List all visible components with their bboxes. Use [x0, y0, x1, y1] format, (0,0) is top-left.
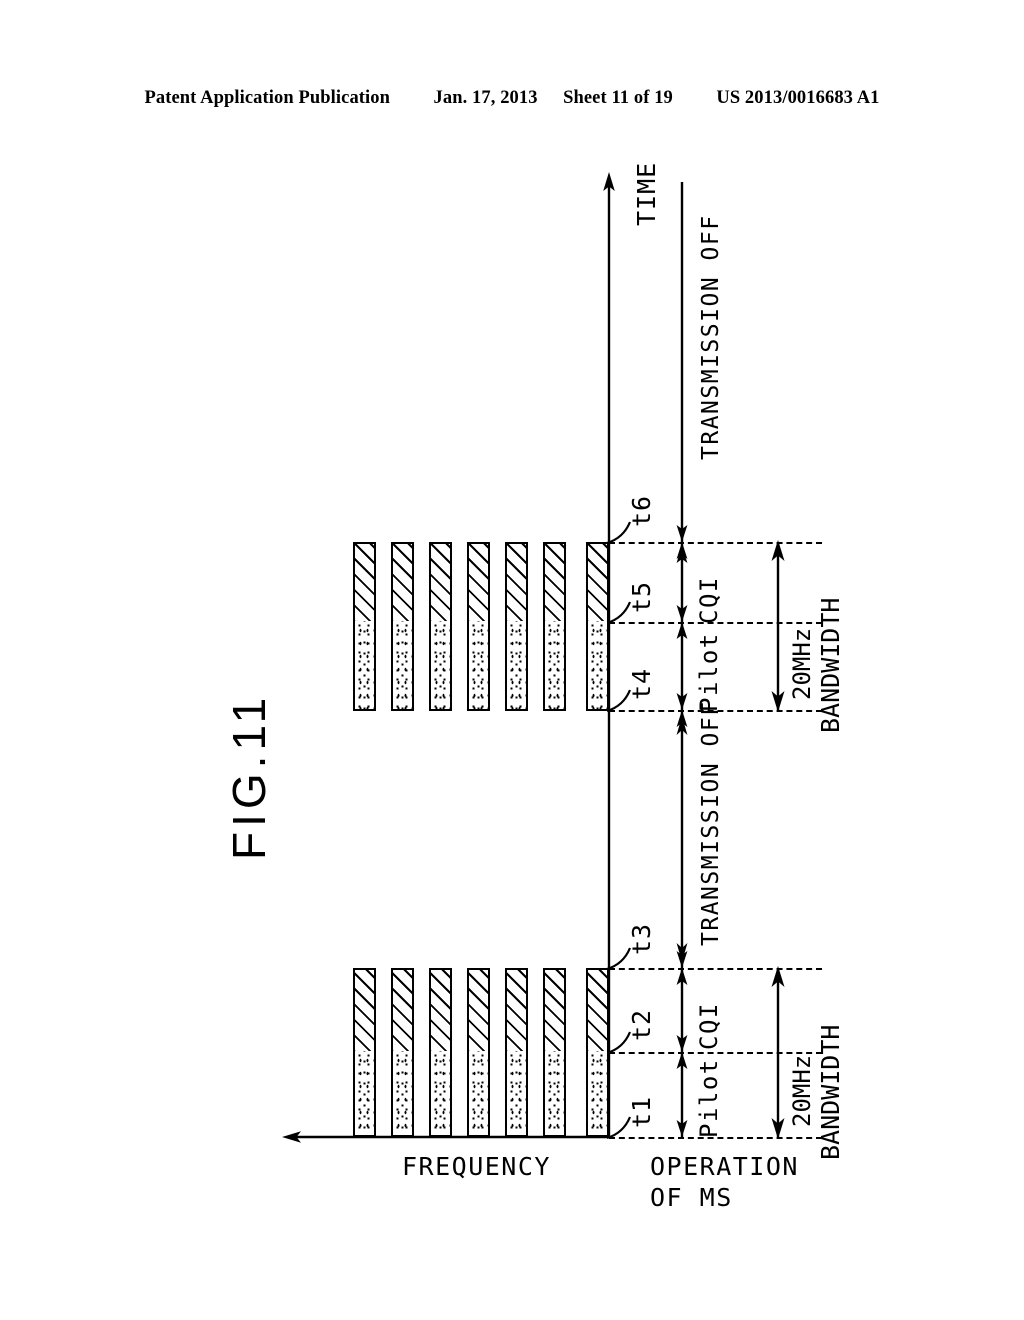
bar-segment-cqi	[545, 970, 564, 1055]
bar-segment-pilot	[393, 621, 412, 709]
bar-segment-cqi	[393, 970, 412, 1055]
guide-dash-upper-top	[609, 542, 822, 544]
time-axis-label: TIME	[632, 161, 661, 226]
bar-segment-cqi	[588, 970, 607, 1055]
time-mark-t3: t3	[627, 922, 656, 955]
subcarrier-bar	[353, 542, 376, 711]
bandwidth-label-lower: BANDWIDTH	[816, 1024, 845, 1160]
bar-segment-cqi	[431, 970, 450, 1055]
bandwidth-label-upper: BANDWIDTH	[816, 597, 845, 733]
segment-label-pilot-upper: Pilot	[695, 632, 723, 712]
bar-segment-pilot	[588, 1051, 607, 1135]
guide-dash-lower-mid	[609, 1052, 822, 1054]
subcarrier-bar	[543, 968, 566, 1137]
subcarrier-bar	[467, 542, 490, 711]
subcarrier-bar	[586, 968, 609, 1137]
operation-of-ms-label: OPERATION OF MS	[650, 1152, 799, 1213]
bar-segment-pilot	[507, 1051, 526, 1135]
bar-segment-cqi	[469, 544, 488, 625]
bar-segment-pilot	[431, 621, 450, 709]
frequency-axis-label: FREQUENCY	[402, 1152, 551, 1181]
bar-segment-cqi	[431, 544, 450, 625]
bar-segment-pilot	[393, 1051, 412, 1135]
bandwidth-value-upper: 20MHz	[788, 627, 816, 700]
patent-figure: FIG.11 TIME TRANSMISSION OFF TRANSMISSIO…	[0, 0, 1024, 1320]
operation-of-ms-line2: OF MS	[650, 1182, 733, 1212]
bandwidth-value-lower: 20MHz	[788, 1054, 816, 1127]
transmission-off-label-middle: TRANSMISSION OFF	[698, 700, 724, 946]
segment-label-cqi-upper: CQI	[695, 576, 723, 624]
segment-label-pilot-lower: Pilot	[695, 1058, 723, 1138]
bar-segment-pilot	[588, 621, 607, 709]
bar-segment-cqi	[545, 544, 564, 625]
operation-of-ms-line1: OPERATION	[650, 1152, 799, 1181]
transmission-off-span-middle	[676, 716, 688, 962]
bar-segment-pilot	[545, 621, 564, 709]
bar-segment-pilot	[545, 1051, 564, 1135]
subcarrier-bar	[391, 542, 414, 711]
bar-segment-cqi	[393, 544, 412, 625]
time-mark-t5: t5	[627, 580, 656, 613]
bar-segment-pilot	[469, 621, 488, 709]
segment-label-cqi-lower: CQI	[695, 1002, 723, 1050]
bar-segment-pilot	[507, 621, 526, 709]
time-mark-t6: t6	[627, 494, 656, 527]
bandwidth-arrow-upper	[771, 540, 785, 712]
bar-segment-cqi	[469, 970, 488, 1055]
transmission-off-label-upper: TRANSMISSION OFF	[698, 214, 724, 460]
subcarrier-bar	[505, 542, 528, 711]
subcarrier-bar	[391, 968, 414, 1137]
subcarrier-bar	[353, 968, 376, 1137]
time-mark-t4: t4	[627, 667, 656, 700]
subcarrier-bar	[429, 542, 452, 711]
bar-segment-pilot	[431, 1051, 450, 1135]
transmission-off-arrow-upper	[676, 546, 688, 563]
bar-segment-pilot	[355, 1051, 374, 1135]
bar-segment-cqi	[355, 544, 374, 625]
operation-tick-marks	[676, 525, 688, 1137]
bar-segment-cqi	[507, 970, 526, 1055]
time-mark-t1: t1	[627, 1095, 656, 1128]
bar-segment-pilot	[469, 1051, 488, 1135]
subcarrier-bar	[543, 542, 566, 711]
bar-segment-cqi	[355, 970, 374, 1055]
subcarrier-bar	[467, 968, 490, 1137]
guide-dash-lower-top	[609, 968, 822, 970]
time-mark-t2: t2	[627, 1008, 656, 1041]
bar-segment-cqi	[588, 544, 607, 625]
bar-segment-cqi	[507, 544, 526, 625]
figure-title: FIG.11	[223, 692, 275, 860]
bar-segment-pilot	[355, 621, 374, 709]
subcarrier-bar	[586, 542, 609, 711]
subcarrier-bar	[429, 968, 452, 1137]
subcarrier-bar	[505, 968, 528, 1137]
